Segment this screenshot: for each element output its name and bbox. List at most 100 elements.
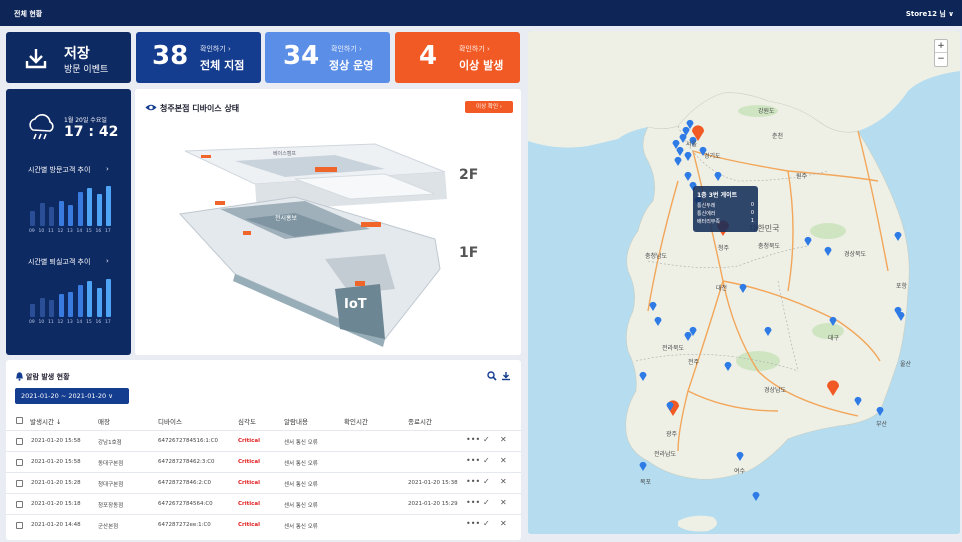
tooltip-row-label: 배터리부족 bbox=[697, 219, 721, 225]
row-store: 청대구본점 bbox=[98, 482, 124, 488]
floor-plan[interactable] bbox=[135, 89, 521, 355]
row-checkbox[interactable] bbox=[16, 522, 23, 529]
normal-confirm-link[interactable]: 확인하기 › bbox=[331, 44, 362, 54]
room-top-label: 베이스캠프 bbox=[273, 151, 297, 157]
check-icon[interactable]: ✓ bbox=[483, 498, 490, 507]
table-row[interactable]: 2021-01-20 15:58 동대구본점 647287278462:3:C0 Cr… bbox=[6, 451, 521, 472]
table-row[interactable]: 2021-01-20 15:18 청포장동점 6472672784564:C0 Cri… bbox=[6, 493, 521, 514]
total-stores-card[interactable]: 38 확인하기 › 전체 지점 bbox=[136, 32, 261, 83]
row-device: 6472672784564:C0 bbox=[158, 501, 213, 507]
more-icon[interactable]: ••• bbox=[466, 435, 480, 444]
check-icon[interactable]: ✓ bbox=[483, 435, 490, 444]
row-checkbox[interactable] bbox=[16, 438, 23, 445]
hour-label: 12 bbox=[57, 320, 64, 325]
trend-bar bbox=[106, 279, 111, 317]
tooltip-row-value: 0 bbox=[750, 210, 754, 216]
hour-label: 11 bbox=[48, 320, 54, 325]
tooltip-row: 배터리부족 1 bbox=[697, 218, 754, 225]
hour-label: 09 bbox=[29, 229, 35, 234]
normal-stores-count: 34 bbox=[283, 41, 320, 71]
hour-label: 09 bbox=[29, 320, 35, 325]
map-label-gyeongnam: 경상남도 bbox=[764, 387, 787, 394]
col-time[interactable]: 발생시간 ↓ bbox=[30, 416, 61, 426]
more-icon[interactable]: ••• bbox=[466, 456, 480, 465]
row-store: 청포장동점 bbox=[98, 503, 124, 509]
row-checkbox[interactable] bbox=[16, 459, 23, 466]
hour-label: 11 bbox=[48, 229, 54, 234]
map-label-chungbuk: 충청북도 bbox=[758, 243, 781, 250]
hour-label: 17 bbox=[105, 320, 111, 325]
sensor-1f-c[interactable] bbox=[355, 281, 365, 286]
download-icon[interactable] bbox=[501, 371, 511, 381]
sensor-2f-a[interactable] bbox=[315, 167, 337, 172]
visit-trend-title: 시간별 방문고객 추이 bbox=[28, 166, 91, 174]
hour-label: 10 bbox=[38, 229, 45, 234]
sensor-1f-d[interactable] bbox=[243, 231, 251, 235]
hour-label: 12 bbox=[57, 229, 64, 234]
more-icon[interactable]: ••• bbox=[466, 498, 480, 507]
current-time: 17 : 42 bbox=[64, 124, 119, 140]
floor-2f-label: 2F bbox=[459, 167, 479, 183]
visit-trend-more[interactable]: › bbox=[106, 165, 109, 173]
date-range-picker[interactable]: 2021-01-20 ~ 2021-01-20 ∨ bbox=[15, 388, 129, 404]
store-map[interactable]: 대한민국 강원도 경기도 충청북도 충청남도 경상북도 경상남도 전라북도 전라… bbox=[528, 31, 960, 534]
sensor-2f-b[interactable] bbox=[201, 155, 211, 158]
row-store: 동대구본점 bbox=[98, 461, 124, 467]
check-icon[interactable]: ✓ bbox=[483, 456, 490, 465]
visitor-summary-panel: 1월 20일 수요일 17 : 42 시간별 방문고객 추이 › 09 10 11 1… bbox=[6, 89, 131, 355]
zoom-out-button[interactable]: − bbox=[935, 53, 947, 66]
check-icon[interactable]: ✓ bbox=[483, 519, 490, 528]
close-icon[interactable]: ✕ bbox=[500, 477, 507, 486]
trend-bar bbox=[87, 281, 92, 317]
row-end-time: 2021-01-20 15:29 bbox=[408, 501, 458, 507]
row-severity: Critical bbox=[238, 501, 261, 507]
row-time: 2021-01-20 14:48 bbox=[31, 522, 81, 528]
tooltip-row: 통신에러 0 bbox=[697, 210, 754, 217]
iot-label: IoT bbox=[344, 297, 367, 312]
select-all-checkbox[interactable] bbox=[16, 417, 23, 424]
col-end-time: 종료시간 bbox=[408, 418, 432, 426]
row-device: 64728727846:2:C0 bbox=[158, 480, 212, 486]
zoom-in-button[interactable]: + bbox=[935, 40, 947, 53]
alert-stores-card[interactable]: 4 확인하기 › 이상 발생 bbox=[395, 32, 520, 83]
trend-bar bbox=[39, 298, 45, 317]
table-row[interactable]: 2021-01-20 14:48 군산본점 647287272ee:1:C0 Crit… bbox=[6, 514, 521, 535]
table-row[interactable]: 2021-01-20 15:28 청대구본점 64728727846:2:C0 Cri… bbox=[6, 472, 521, 493]
row-device: 6472672784516:1:C0 bbox=[158, 438, 219, 444]
leave-trend-more[interactable]: › bbox=[106, 257, 109, 265]
more-icon[interactable]: ••• bbox=[466, 477, 480, 486]
table-row[interactable]: 2021-01-20 15:58 강남1호점 6472672784516:1:C0 C… bbox=[6, 430, 521, 451]
zoom-control: + − bbox=[934, 39, 948, 67]
user-menu[interactable]: Store12 님 ∨ bbox=[906, 9, 954, 19]
floor-1f-label: 1F bbox=[459, 245, 479, 261]
map-label-chungnam: 충청남도 bbox=[645, 253, 668, 260]
save-title: 저장 bbox=[64, 46, 90, 62]
row-checkbox[interactable] bbox=[16, 501, 23, 508]
save-events-card[interactable]: 저장 방문 이벤트 bbox=[6, 32, 131, 83]
hour-label: 14 bbox=[76, 229, 83, 234]
total-confirm-link[interactable]: 확인하기 › bbox=[200, 44, 231, 54]
close-icon[interactable]: ✕ bbox=[500, 456, 507, 465]
more-icon[interactable]: ••• bbox=[466, 519, 480, 528]
row-severity: Critical bbox=[238, 438, 261, 444]
page-title: 전체 현황 bbox=[14, 10, 43, 18]
search-icon[interactable] bbox=[487, 371, 497, 381]
sensor-1f-b[interactable] bbox=[361, 222, 381, 227]
normal-stores-card[interactable]: 34 확인하기 › 정상 운영 bbox=[265, 32, 390, 83]
check-icon[interactable]: ✓ bbox=[483, 477, 490, 486]
tooltip-row-label: 통신에러 bbox=[697, 211, 716, 217]
close-icon[interactable]: ✕ bbox=[500, 519, 507, 528]
sensor-1f-a[interactable] bbox=[215, 201, 225, 205]
map-label-gangwon: 강원도 bbox=[758, 108, 775, 115]
close-icon[interactable]: ✕ bbox=[500, 435, 507, 444]
row-content: 센서 통신 오류 bbox=[284, 440, 318, 446]
row-time: 2021-01-20 15:28 bbox=[31, 480, 81, 486]
row-severity: Critical bbox=[238, 459, 261, 465]
alert-stores-count: 4 bbox=[419, 41, 438, 71]
alert-confirm-link[interactable]: 확인하기 › bbox=[459, 44, 490, 54]
row-checkbox[interactable] bbox=[16, 480, 23, 487]
close-icon[interactable]: ✕ bbox=[500, 498, 507, 507]
hour-label: 16 bbox=[95, 320, 102, 325]
hour-label: 14 bbox=[76, 320, 83, 325]
trend-bar bbox=[77, 192, 83, 226]
